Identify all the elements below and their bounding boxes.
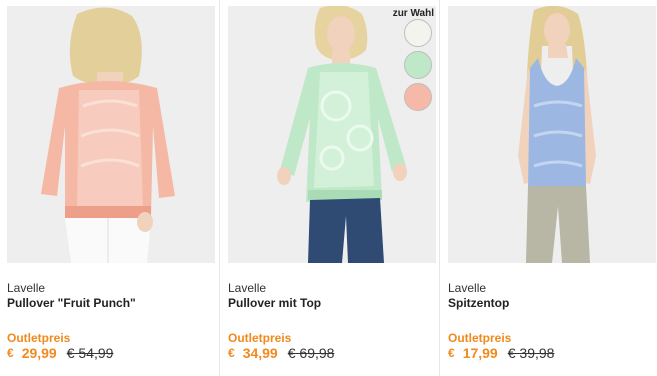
currency-symbol: € [7,346,14,360]
product-image[interactable] [448,6,656,263]
price-line: €34,99 € 69,98 [228,345,334,363]
currency-symbol: € [228,346,235,360]
product-name[interactable]: Spitzentop [448,296,509,310]
product-image[interactable] [7,6,215,263]
currency-symbol: € [448,346,455,360]
column-divider [439,0,440,376]
column-divider [219,0,220,376]
product-brand: Lavelle [7,281,46,295]
original-price: € 54,99 [66,345,114,361]
product-brand: Lavelle [448,281,487,295]
product-name[interactable]: Pullover "Fruit Punch" [7,296,136,310]
product-card[interactable]: Lavelle Spitzentop Outletpreis €17,99 € 3… [441,0,657,376]
product-card[interactable]: Lavelle Pullover "Fruit Punch" Outletpre… [0,0,216,376]
variants-label: zur Wahl [392,8,434,19]
outlet-price-label: Outletpreis [7,331,71,345]
price-line: €17,99 € 39,98 [448,345,554,363]
color-swatch-mint[interactable] [404,51,432,79]
original-price: € 39,98 [507,345,555,361]
original-price: € 69,98 [287,345,335,361]
sale-price: 17,99 [462,345,498,361]
outlet-price-label: Outletpreis [228,331,292,345]
sale-price: 29,99 [21,345,57,361]
outlet-price-label: Outletpreis [448,331,512,345]
product-card[interactable]: zur Wahl Lavelle Pullover mit Top Outlet… [221,0,437,376]
product-name[interactable]: Pullover mit Top [228,296,321,310]
product-grid: Lavelle Pullover "Fruit Punch" Outletpre… [0,0,657,376]
sale-price: 34,99 [242,345,278,361]
color-swatch-peach[interactable] [404,83,432,111]
product-image[interactable]: zur Wahl [228,6,436,263]
product-brand: Lavelle [228,281,267,295]
color-swatch-offwhite[interactable] [404,19,432,47]
price-line: €29,99 € 54,99 [7,345,113,363]
